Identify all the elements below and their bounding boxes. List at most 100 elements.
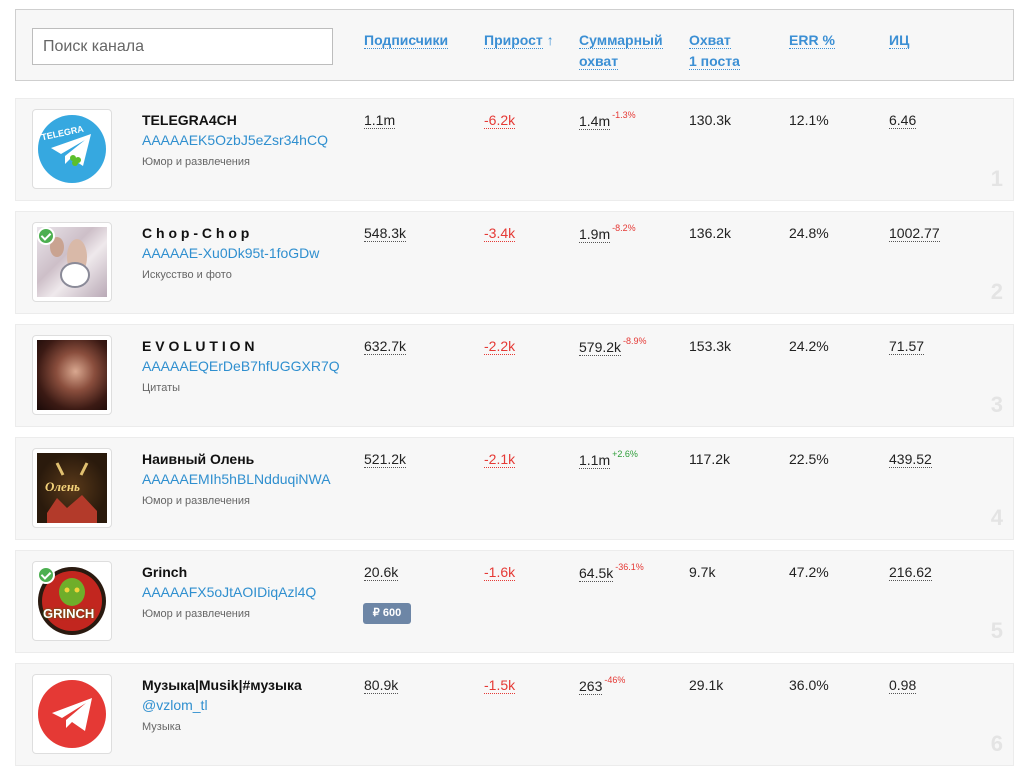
ic-value[interactable]: 6.46	[889, 112, 917, 129]
sort-total-reach-link[interactable]: Суммарный охват	[579, 30, 663, 72]
channel-name: Музыка|Musik|#музыка	[142, 677, 302, 693]
post-reach-value: 29.1k	[689, 677, 724, 693]
growth-header-label: Прирост	[484, 32, 543, 49]
channel-name: TELEGRA4CH	[142, 112, 237, 128]
total-reach-value[interactable]: 1.4m -1.3%	[579, 110, 636, 130]
channel-category: Юмор и развлечения	[142, 608, 250, 620]
verified-check-icon	[37, 227, 55, 245]
rank-number: 3	[990, 392, 1003, 417]
total-reach-value[interactable]: 1.1m +2.6%	[579, 449, 638, 469]
growth-value[interactable]: -1.6k	[484, 564, 516, 581]
growth-value[interactable]: -6.2k	[484, 112, 516, 129]
growth-value[interactable]: -2.2k	[484, 338, 516, 355]
rank-number: 4	[990, 505, 1003, 530]
channel-link[interactable]: @vzlom_tl	[142, 697, 208, 713]
channel-avatar[interactable]: Олень	[32, 448, 112, 528]
rank-number: 6	[990, 731, 1003, 756]
channel-category: Музыка	[142, 721, 181, 733]
channel-name: Grinch	[142, 564, 188, 580]
subscribers-value[interactable]: 521.2k	[364, 451, 407, 468]
table-row: E V O L U T I O N AAAAAEQErDeB7hfUGGXR7Q…	[15, 324, 1014, 427]
subscribers-value[interactable]: 1.1m	[364, 112, 396, 129]
rank-number: 5	[990, 618, 1003, 643]
total-reach-value[interactable]: 579.2k -8.9%	[579, 336, 647, 356]
ic-value[interactable]: 71.57	[889, 338, 925, 355]
ic-value[interactable]: 0.98	[889, 677, 917, 694]
err-value: 22.5%	[789, 451, 829, 467]
channel-avatar[interactable]	[32, 222, 112, 302]
channel-avatar[interactable]	[32, 335, 112, 415]
ic-value[interactable]: 1002.77	[889, 225, 940, 242]
search-input[interactable]	[32, 28, 333, 65]
sort-post-reach-link[interactable]: Охват 1 поста	[689, 30, 740, 72]
channel-avatar[interactable]: GRINCH	[32, 561, 112, 641]
reach-change: +2.6%	[612, 449, 638, 459]
channel-name: C h o p - C h o p	[142, 225, 250, 241]
total-reach-value[interactable]: 64.5k -36.1%	[579, 562, 644, 582]
table-row: TELEGRA TELEGRA4CH AAAAAEK5OzbJ5eZsr34hC…	[15, 98, 1014, 201]
avatar-logo-text: GRINCH	[43, 606, 95, 621]
channel-link[interactable]: AAAAAEK5OzbJ5eZsr34hCQ	[142, 132, 328, 148]
reach-change: -8.2%	[612, 223, 636, 233]
total-reach-value[interactable]: 1.9m -8.2%	[579, 223, 636, 243]
ic-value[interactable]: 216.62	[889, 564, 932, 581]
err-value: 24.2%	[789, 338, 829, 354]
growth-value[interactable]: -2.1k	[484, 451, 516, 468]
channel-category: Юмор и развлечения	[142, 495, 250, 507]
table-header: Подписчики Прирост ↑ Суммарный охват Охв…	[15, 9, 1014, 81]
reach-header-line2: охват	[579, 53, 619, 70]
verified-check-icon	[37, 566, 55, 584]
post-reach-value: 136.2k	[689, 225, 732, 241]
channel-category: Юмор и развлечения	[142, 156, 250, 168]
post-reach-value: 130.3k	[689, 112, 732, 128]
subscribers-value[interactable]: 80.9k	[364, 677, 399, 694]
channel-link[interactable]: AAAAAEQErDeB7hfUGGXR7Q	[142, 358, 340, 374]
table-row: C h o p - C h o p AAAAAE-Xu0Dk95t-1foGDw…	[15, 211, 1014, 314]
channel-link[interactable]: AAAAAFX5oJtAOIDiqAzl4Q	[142, 584, 316, 600]
channel-link[interactable]: AAAAAEMIh5hBLNdduqiNWA	[142, 471, 331, 487]
sort-subscribers-link[interactable]: Подписчики	[364, 30, 449, 51]
post-reach-header-line1: Охват	[689, 32, 731, 49]
channel-avatar[interactable]	[32, 674, 112, 754]
reach-change: -46%	[604, 675, 626, 685]
rank-number: 1	[990, 166, 1003, 191]
err-header-label: ERR %	[789, 32, 835, 49]
table-row: GRINCH Grinch AAAAAFX5oJtAOIDiqAzl4Q Юмо…	[15, 550, 1014, 653]
reach-change: -36.1%	[615, 562, 644, 572]
photo-avatar-icon	[37, 340, 107, 410]
channel-category: Искусство и фото	[142, 269, 232, 281]
table-row: Олень Наивный Олень AAAAAEMIh5hBLNdduqiN…	[15, 437, 1014, 540]
post-reach-header-line2: 1 поста	[689, 53, 740, 70]
reach-header-line1: Суммарный	[579, 32, 663, 49]
sort-ic-link[interactable]: ИЦ	[889, 30, 910, 51]
price-badge[interactable]: ₽ 600	[363, 603, 411, 624]
reach-change: -8.9%	[623, 336, 647, 346]
total-reach-value[interactable]: 263 -46%	[579, 675, 626, 695]
sort-err-link[interactable]: ERR %	[789, 30, 835, 51]
channel-category: Цитаты	[142, 382, 181, 394]
err-value: 12.1%	[789, 112, 829, 128]
growth-value[interactable]: -1.5k	[484, 677, 516, 694]
post-reach-value: 153.3k	[689, 338, 732, 354]
post-reach-value: 9.7k	[689, 564, 716, 580]
rank-number: 2	[990, 279, 1003, 304]
subscribers-header-label: Подписчики	[364, 32, 449, 49]
avatar-logo-text: Олень	[45, 479, 80, 494]
reach-change: -1.3%	[612, 110, 636, 120]
subscribers-value[interactable]: 548.3k	[364, 225, 407, 242]
err-value: 36.0%	[789, 677, 829, 693]
channel-name: Наивный Олень	[142, 451, 255, 467]
channel-link[interactable]: AAAAAE-Xu0Dk95t-1foGDw	[142, 245, 319, 261]
subscribers-value[interactable]: 20.6k	[364, 564, 399, 581]
telegram-plane-icon	[37, 679, 107, 749]
channel-avatar[interactable]: TELEGRA	[32, 109, 112, 189]
ic-value[interactable]: 439.52	[889, 451, 932, 468]
sort-growth-link[interactable]: Прирост ↑	[484, 30, 554, 51]
telegram-logo-icon: TELEGRA	[37, 114, 107, 184]
ic-header-label: ИЦ	[889, 32, 910, 49]
table-row: Музыка|Musik|#музыка @vzlom_tl Музыка 80…	[15, 663, 1014, 766]
err-value: 24.8%	[789, 225, 829, 241]
growth-value[interactable]: -3.4k	[484, 225, 516, 242]
subscribers-value[interactable]: 632.7k	[364, 338, 407, 355]
sort-arrow-up-icon: ↑	[546, 32, 554, 48]
